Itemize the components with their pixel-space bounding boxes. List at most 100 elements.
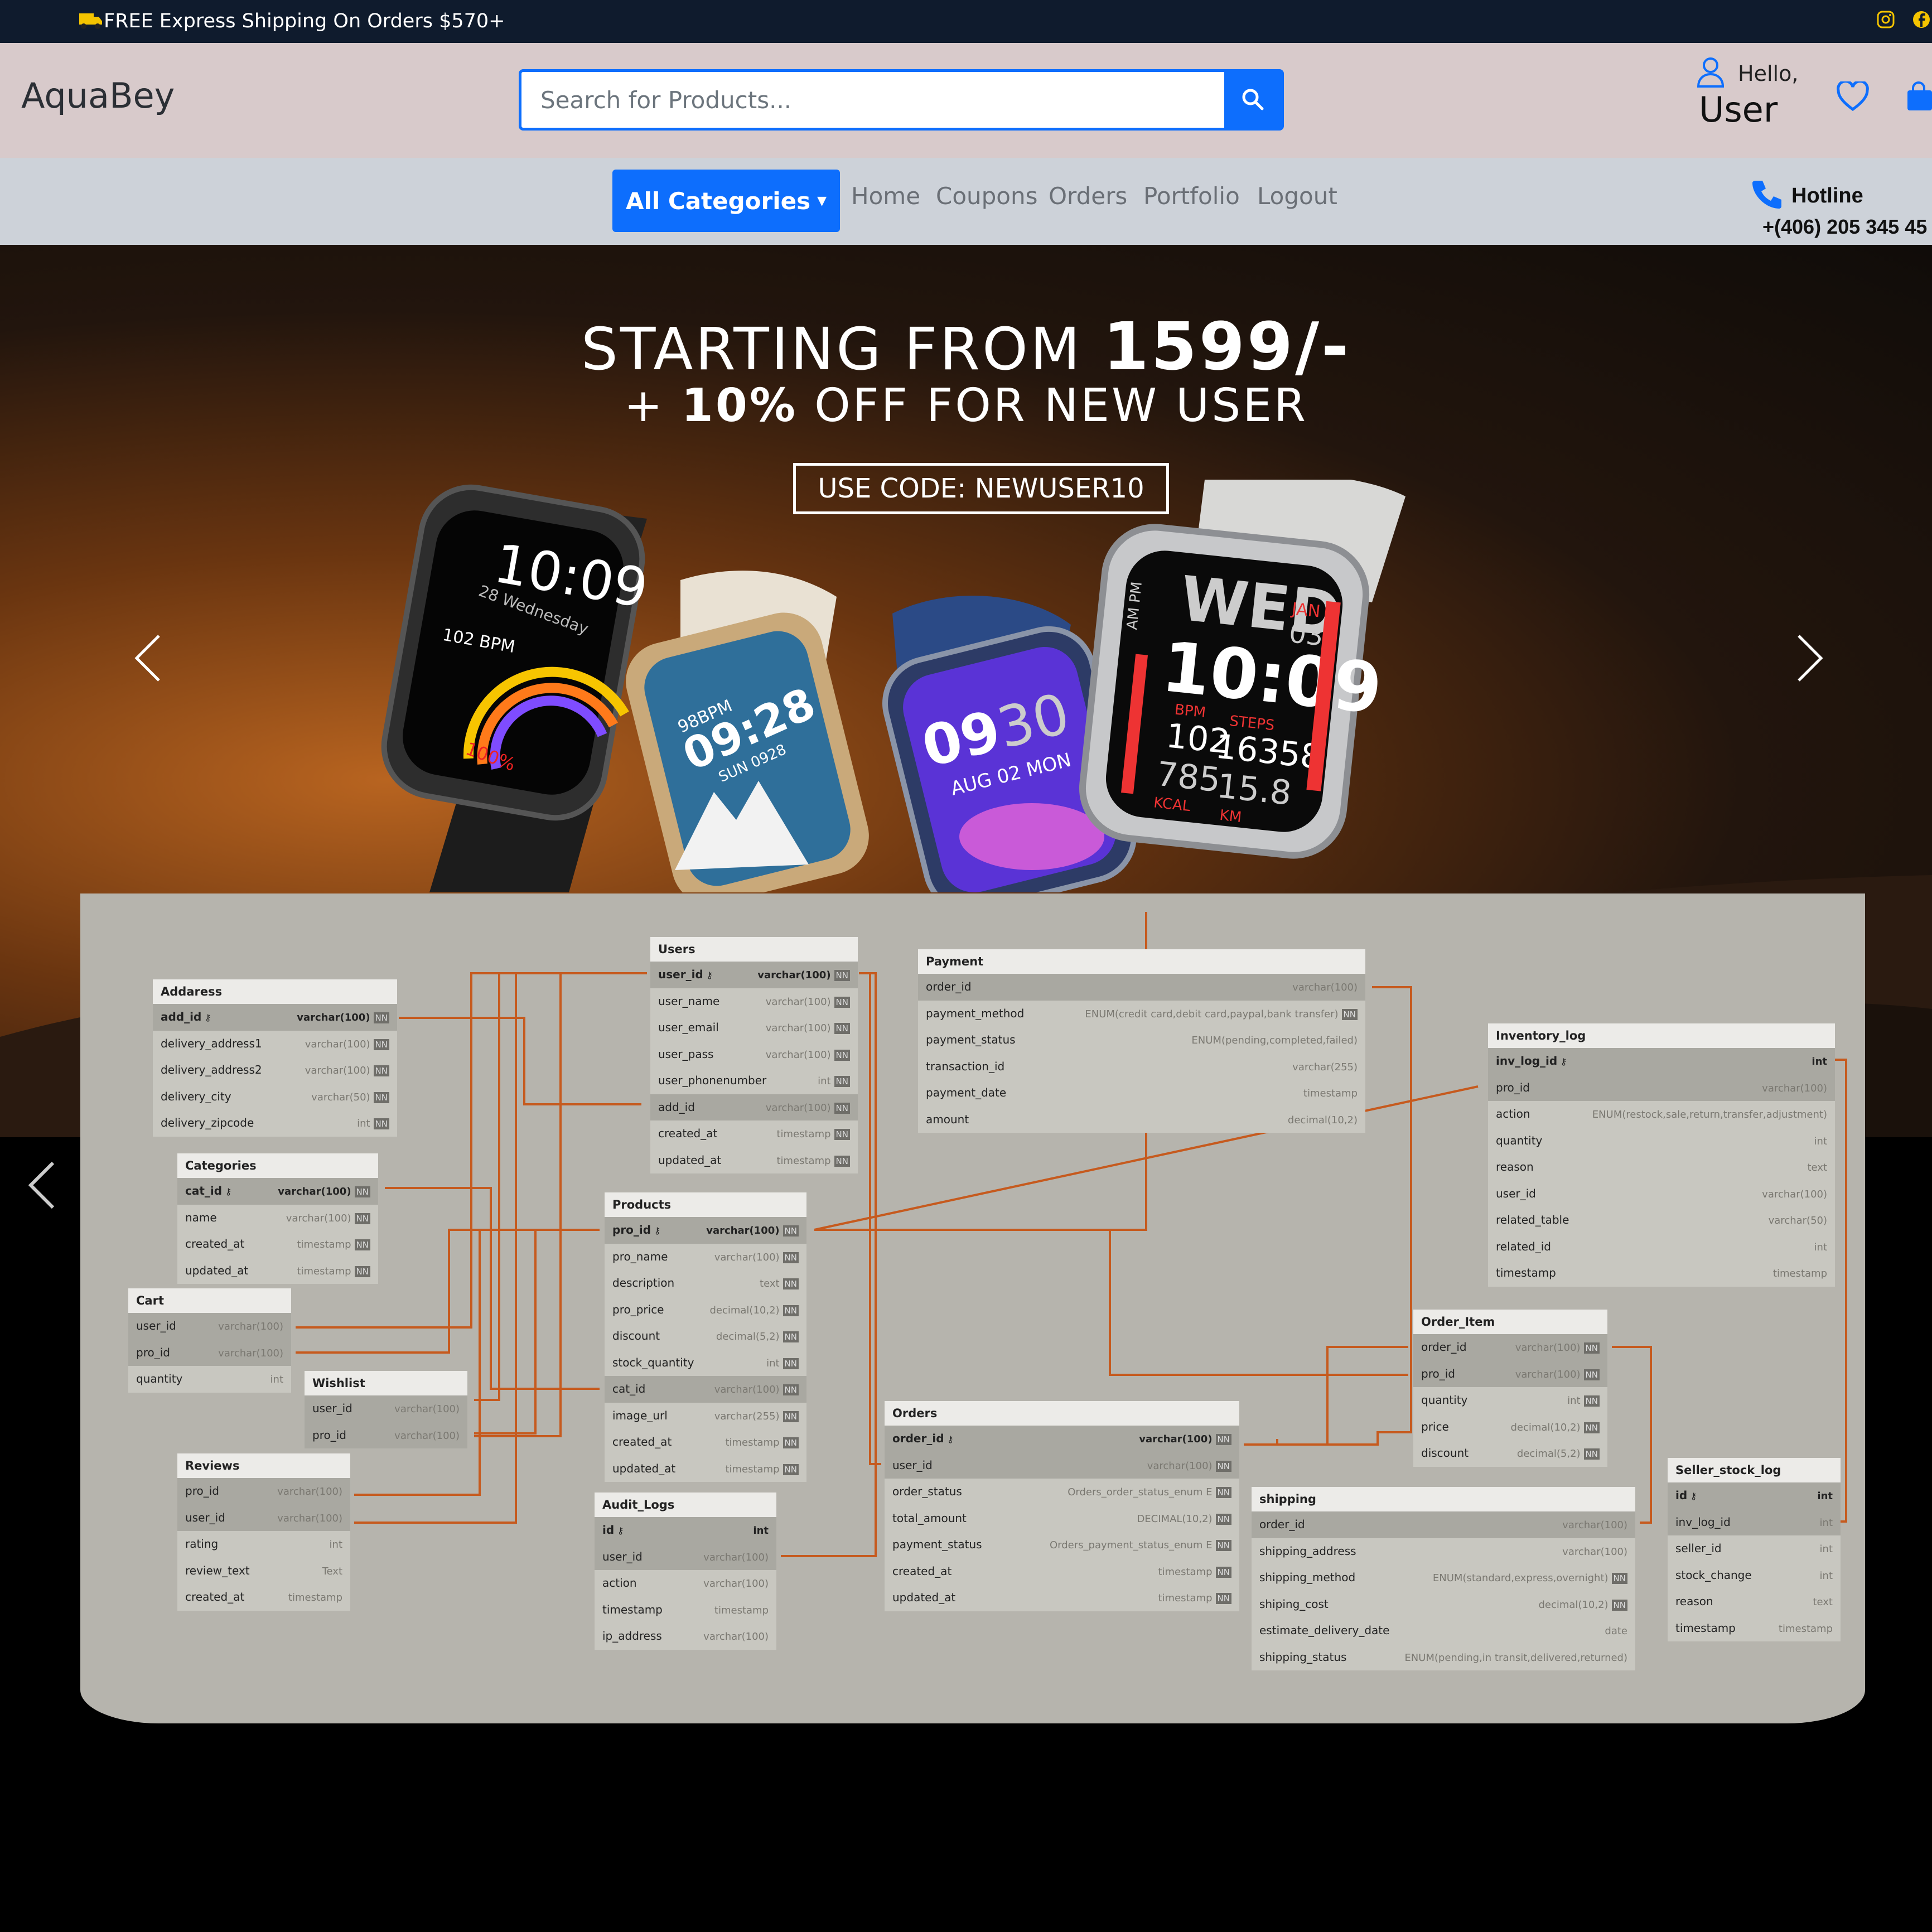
er-table-shipping[interactable]: shipping order_id varchar(100) shipping_add… (1252, 1487, 1635, 1670)
er-table-reviews[interactable]: Reviews pro_id varchar(100) user_id varchar(… (177, 1453, 350, 1611)
er-column-row: order_id ⚷ varchar(100) NN (885, 1426, 1239, 1452)
er-column-row: amount decimal(10,2) (918, 1107, 1365, 1133)
er-table-title: Order_Item (1413, 1310, 1607, 1334)
er-column-row: price decimal(10,2) NN (1413, 1414, 1607, 1441)
er-column-name: id ⚷ (602, 1523, 624, 1537)
er-column-row: updated_at timestamp NN (605, 1456, 806, 1482)
er-table-seller-stock-log[interactable]: Seller_stock_log id ⚷ int inv_log_id int sell… (1668, 1458, 1841, 1641)
er-column-datatype: varchar(255) (714, 1410, 780, 1422)
er-column-row: order_id varchar(100) (1252, 1511, 1635, 1538)
er-column-datatype: Orders_payment_status_enum E (1050, 1539, 1213, 1551)
not-null-badge: NN (354, 1239, 370, 1250)
er-column-datatype: varchar(100) (765, 1102, 831, 1114)
er-table-products[interactable]: Products pro_id ⚷ varchar(100) NN pro_name va… (605, 1192, 806, 1482)
er-column-type: varchar(100) (703, 1623, 769, 1650)
er-column-type: timestamp (1773, 1260, 1827, 1287)
er-column-datatype: varchar(100) (706, 1225, 780, 1237)
er-column-type: varchar(100) (218, 1313, 283, 1340)
er-column-row: review_text Text (177, 1558, 350, 1585)
er-table-payment[interactable]: Payment order_id varchar(100) payment_metho… (918, 949, 1365, 1133)
er-column-datatype: ENUM(pending,in transit,delivered,return… (1404, 1651, 1627, 1664)
er-column-type: varchar(100) (394, 1395, 460, 1422)
er-column-datatype: varchar(50) (311, 1091, 370, 1103)
er-column-name: shiping_cost (1259, 1597, 1329, 1611)
er-table-users[interactable]: Users user_id ⚷ varchar(100) NN user_name var… (650, 937, 858, 1173)
er-column-datatype: varchar(100) (394, 1429, 460, 1442)
key-icon: ⚷ (201, 1012, 211, 1023)
er-column-datatype: int (357, 1118, 370, 1129)
key-icon: ⚷ (651, 1225, 661, 1236)
er-column-row: add_id varchar(100) NN (650, 1094, 858, 1120)
er-column-type: text NN (760, 1270, 799, 1297)
er-column-datatype: Orders_order_status_enum E (1068, 1486, 1213, 1498)
er-table-audit-logs[interactable]: Audit_Logs id ⚷ int user_id varchar(100) acti… (595, 1493, 776, 1650)
er-column-datatype: varchar(100) (1762, 1188, 1827, 1200)
er-column-datatype: varchar(100) (297, 1012, 370, 1023)
er-column-name: order_id ⚷ (892, 1432, 954, 1445)
not-null-badge: NN (783, 1437, 799, 1448)
er-table-addaress[interactable]: Addaress add_id ⚷ varchar(100) NN delivery_a… (153, 979, 397, 1137)
er-column-type: varchar(100) NN (757, 962, 850, 988)
er-column-row: user_id varchar(100) NN (885, 1452, 1239, 1479)
not-null-badge: NN (1215, 1513, 1231, 1525)
er-column-type: timestamp NN (725, 1456, 799, 1482)
er-column-datatype: timestamp (725, 1437, 780, 1448)
er-column-type: int (753, 1517, 769, 1544)
er-table-cart[interactable]: Cart user_id varchar(100) pro_id varchar(100… (128, 1288, 291, 1393)
er-column-row: user_id varchar(100) (1488, 1181, 1835, 1208)
er-table-title: Users (650, 937, 858, 962)
key-icon: ⚷ (703, 970, 713, 981)
er-column-row: user_id varchar(100) (177, 1504, 350, 1531)
er-column-row: user_id varchar(100) (128, 1313, 291, 1340)
page-footer-space (0, 1777, 1932, 1932)
er-column-datatype: int (1819, 1516, 1833, 1529)
er-column-row: shipping_status ENUM(pending,in transit,d… (1252, 1644, 1635, 1671)
er-column-row: created_at timestamp NN (650, 1120, 858, 1147)
er-table-title: Products (605, 1192, 806, 1217)
er-column-datatype: text (1813, 1596, 1833, 1608)
er-column-datatype: varchar(100) (394, 1403, 460, 1415)
er-table-orders[interactable]: Orders order_id ⚷ varchar(100) NN user_id var… (885, 1401, 1239, 1611)
er-column-datatype: varchar(100) (703, 1631, 769, 1643)
er-column-datatype: int (818, 1075, 831, 1087)
er-column-row: delivery_zipcode int NN (153, 1110, 397, 1137)
er-column-type: timestamp NN (725, 1429, 799, 1456)
er-column-type: varchar(100) (277, 1478, 342, 1505)
er-table-inventory-log[interactable]: Inventory_log inv_log_id ⚷ int pro_id varcha… (1488, 1023, 1835, 1287)
er-column-row: pro_name varchar(100) NN (605, 1244, 806, 1271)
er-table-wishlist[interactable]: Wishlist user_id varchar(100) pro_id varchar… (305, 1371, 467, 1448)
er-table-title: Audit_Logs (595, 1493, 776, 1517)
er-column-type: varchar(100) (218, 1340, 283, 1366)
er-column-type: decimal(10,2) NN (709, 1297, 799, 1324)
er-column-datatype: varchar(100) (1515, 1368, 1581, 1380)
er-column-name: pro_name (612, 1249, 668, 1263)
er-column-name: user_id ⚷ (658, 968, 713, 981)
er-column-row: discount decimal(5,2) NN (1413, 1440, 1607, 1467)
er-column-name: order_id (1421, 1340, 1467, 1354)
er-column-row: inv_log_id ⚷ int (1488, 1048, 1835, 1075)
er-column-name: action (1496, 1107, 1530, 1120)
er-column-row: delivery_address2 varchar(100) NN (153, 1057, 397, 1084)
er-column-datatype: int (1812, 1056, 1827, 1068)
not-null-badge: NN (834, 1049, 850, 1061)
er-column-name: cat_id ⚷ (185, 1184, 232, 1197)
er-table-categories[interactable]: Categories cat_id ⚷ varchar(100) NN name varc… (177, 1153, 378, 1284)
er-column-type: varchar(100) NN (305, 1031, 389, 1057)
er-column-datatype: int (1567, 1395, 1581, 1407)
er-column-row: id ⚷ int (595, 1517, 776, 1544)
er-column-row: quantity int (128, 1366, 291, 1393)
er-column-name: updated_at (185, 1263, 249, 1277)
er-column-name: user_name (658, 994, 720, 1008)
er-column-name: pro_id (1421, 1366, 1455, 1380)
er-column-datatype: text (760, 1278, 780, 1289)
er-column-row: updated_at timestamp NN (177, 1258, 378, 1284)
er-column-name: name (185, 1210, 217, 1224)
er-column-row: delivery_city varchar(50) NN (153, 1084, 397, 1110)
er-column-row: delivery_address1 varchar(100) NN (153, 1031, 397, 1057)
er-column-name: review_text (185, 1563, 250, 1577)
er-column-type: Text (322, 1558, 342, 1585)
er-column-name: created_at (658, 1127, 718, 1140)
er-table-title: Wishlist (305, 1371, 467, 1395)
not-null-badge: NN (834, 1155, 850, 1167)
er-table-order-item[interactable]: Order_Item order_id varchar(100) NN pro_id va… (1413, 1310, 1607, 1467)
